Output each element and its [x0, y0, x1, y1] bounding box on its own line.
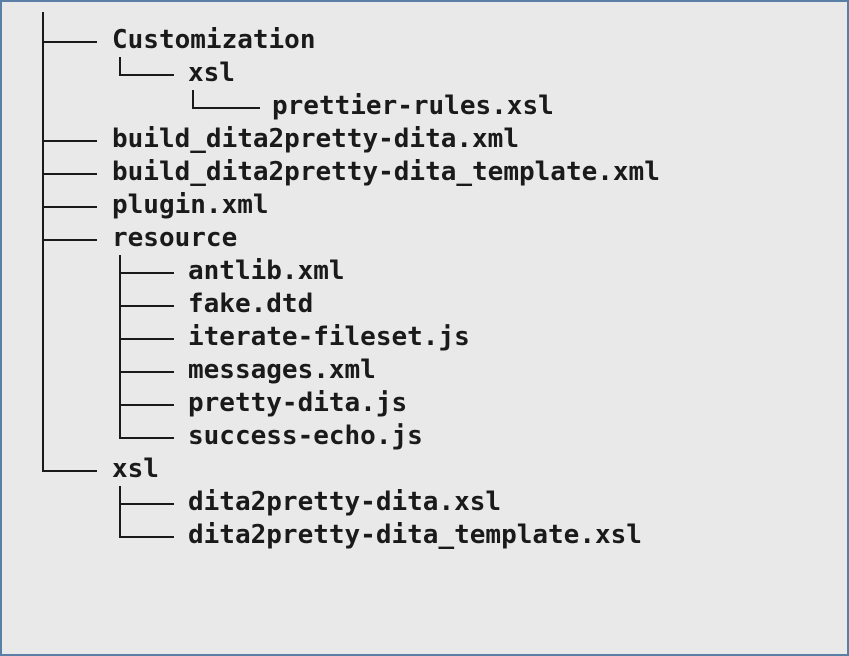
tree-guide-line: [42, 90, 44, 123]
tree-branch-connector: [42, 239, 97, 241]
tree-item-root-entry: plugin.xml: [112, 190, 269, 220]
tree-item-label: xsl: [188, 58, 235, 88]
tree-item[interactable]: iterate-fileset.js: [2, 321, 847, 354]
tree-branch-connector: [119, 305, 174, 307]
tree-guide-line: [42, 255, 44, 288]
tree-guide-line: [42, 420, 44, 453]
tree-branch-connector: [119, 338, 174, 340]
tree-guide-line: [192, 90, 194, 107]
tree-branch-connector: [119, 371, 174, 373]
tree-item-label: dita2pretty-dita_template.xsl: [188, 520, 642, 550]
tree-item-label: success-echo.js: [188, 421, 423, 451]
tree-branch-connector: [119, 74, 174, 76]
directory-tree: Customization xsl prettier-rules.xsl build_…: [2, 12, 847, 552]
tree-item[interactable]: dita2pretty-dita_template.xsl: [2, 519, 847, 552]
tree-guide-line: [42, 453, 44, 470]
tree-item[interactable]: xsl: [2, 453, 847, 486]
tree-branch-connector: [119, 437, 174, 439]
tree-branch-connector: [192, 107, 260, 109]
tree-item-label: pretty-dita.js: [188, 388, 408, 418]
tree-item[interactable]: resource: [2, 222, 847, 255]
tree-item-label: fake.dtd: [188, 289, 314, 319]
tree-item-label: messages.xml: [188, 355, 376, 385]
tree-item[interactable]: antlib.xml: [2, 255, 847, 288]
tree-guide-line: [42, 288, 44, 321]
tree-item-label: dita2pretty-dita.xsl: [188, 487, 502, 517]
tree-item-root-entry: Customization: [112, 25, 316, 55]
tree-guide-line: [42, 387, 44, 420]
tree-item[interactable]: xsl: [2, 57, 847, 90]
tree-branch-connector: [42, 41, 97, 43]
tree-item[interactable]: fake.dtd: [2, 288, 847, 321]
tree-item[interactable]: messages.xml: [2, 354, 847, 387]
tree-item-root-entry: xsl: [112, 454, 159, 484]
tree-item-label: antlib.xml: [188, 256, 345, 286]
tree-guide-line: [42, 354, 44, 387]
tree-guide-line: [42, 57, 44, 90]
tree-item-label: iterate-fileset.js: [188, 322, 470, 352]
tree-branch-connector: [42, 173, 97, 175]
tree-item[interactable]: pretty-dita.js: [2, 387, 847, 420]
tree-branch-connector: [119, 272, 174, 274]
tree-branch-connector: [119, 503, 174, 505]
tree-item[interactable]: success-echo.js: [2, 420, 847, 453]
tree-item-root-entry: resource: [112, 223, 238, 253]
tree-item[interactable]: prettier-rules.xsl: [2, 90, 847, 123]
tree-branch-connector: [119, 404, 174, 406]
tree-branch-connector: [42, 206, 97, 208]
tree-item-root-entry: build_dita2pretty-dita.xml: [112, 124, 519, 154]
tree-branch-connector: [42, 470, 97, 472]
tree-item[interactable]: dita2pretty-dita.xsl: [2, 486, 847, 519]
tree-guide-line: [42, 12, 44, 57]
tree-item[interactable]: Customization: [2, 12, 847, 57]
tree-guide-line: [119, 519, 121, 536]
tree-item[interactable]: plugin.xml: [2, 189, 847, 222]
tree-guide-line: [42, 321, 44, 354]
tree-item-root-entry: build_dita2pretty-dita_template.xml: [112, 157, 660, 187]
tree-guide-line: [119, 57, 121, 74]
tree-view-panel: Customization xsl prettier-rules.xsl build_…: [0, 0, 849, 656]
tree-branch-connector: [42, 140, 97, 142]
tree-item[interactable]: build_dita2pretty-dita.xml: [2, 123, 847, 156]
tree-branch-connector: [119, 536, 174, 538]
tree-guide-line: [119, 420, 121, 437]
tree-item[interactable]: build_dita2pretty-dita_template.xml: [2, 156, 847, 189]
tree-item-label: prettier-rules.xsl: [272, 91, 554, 121]
